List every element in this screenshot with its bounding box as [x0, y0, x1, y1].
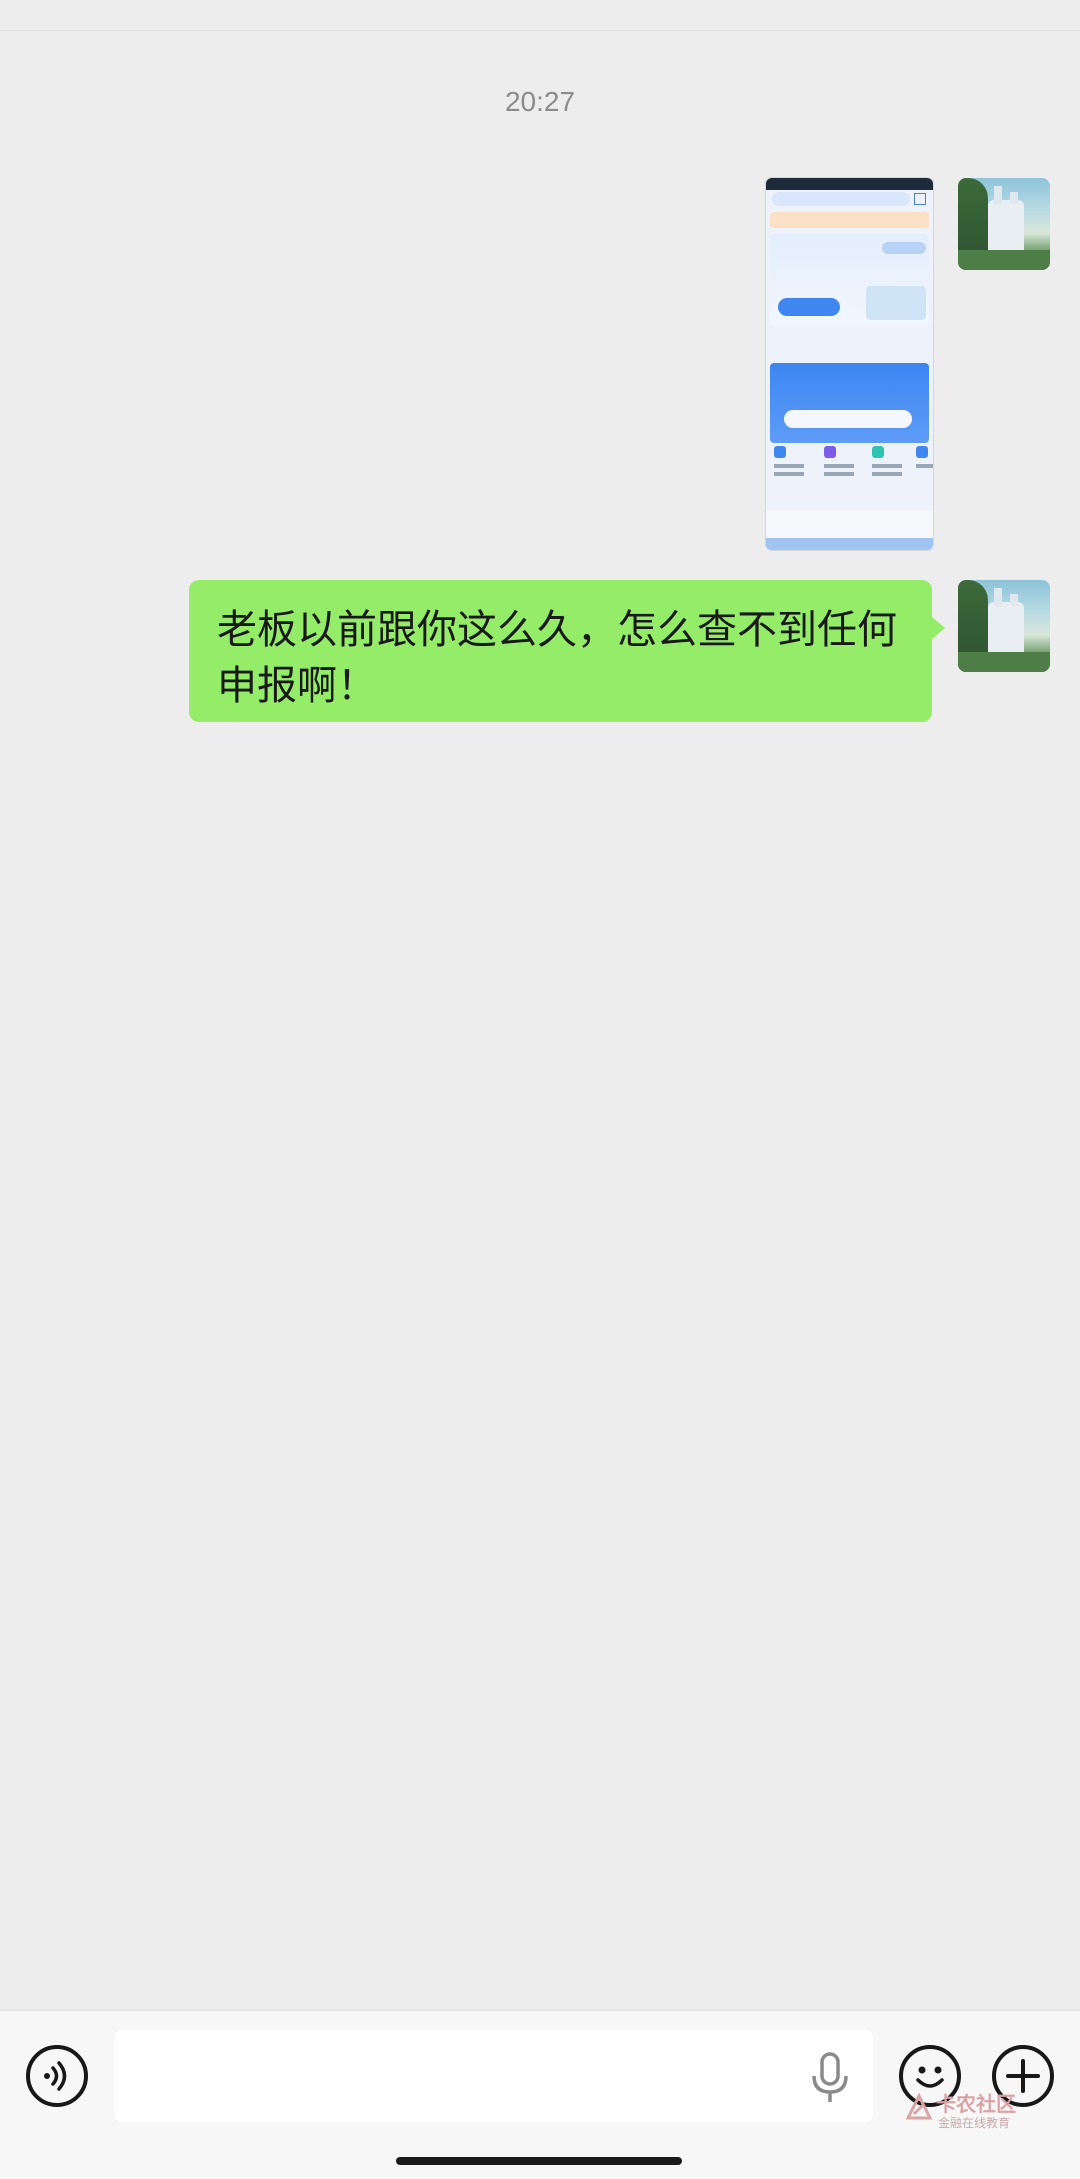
- bubble-tail: [931, 616, 945, 640]
- avatar[interactable]: [958, 178, 1050, 270]
- microphone-icon[interactable]: [808, 2052, 852, 2104]
- watermark: 卡农社区 金融在线教育: [900, 2088, 1030, 2138]
- chat-screen: 20:27 老板以前跟你这么久，怎么查不到任何申报啊！ 卡农社区 金融在线教育: [0, 0, 1080, 2179]
- message-input[interactable]: [114, 2030, 873, 2122]
- message-timestamp: 20:27: [504, 86, 576, 117]
- top-divider: [0, 30, 1080, 31]
- home-indicator[interactable]: [396, 2157, 682, 2165]
- watermark-title: 卡农社区: [936, 2092, 1016, 2116]
- watermark-subtitle: 金融在线教育: [938, 2116, 1011, 2130]
- watermark-logo-icon: [905, 2092, 933, 2120]
- avatar[interactable]: [958, 580, 1050, 672]
- voice-icon[interactable]: [26, 2045, 88, 2107]
- message-bubble[interactable]: 老板以前跟你这么久，怎么查不到任何申报啊！: [189, 580, 932, 722]
- image-message-thumbnail[interactable]: [766, 178, 933, 550]
